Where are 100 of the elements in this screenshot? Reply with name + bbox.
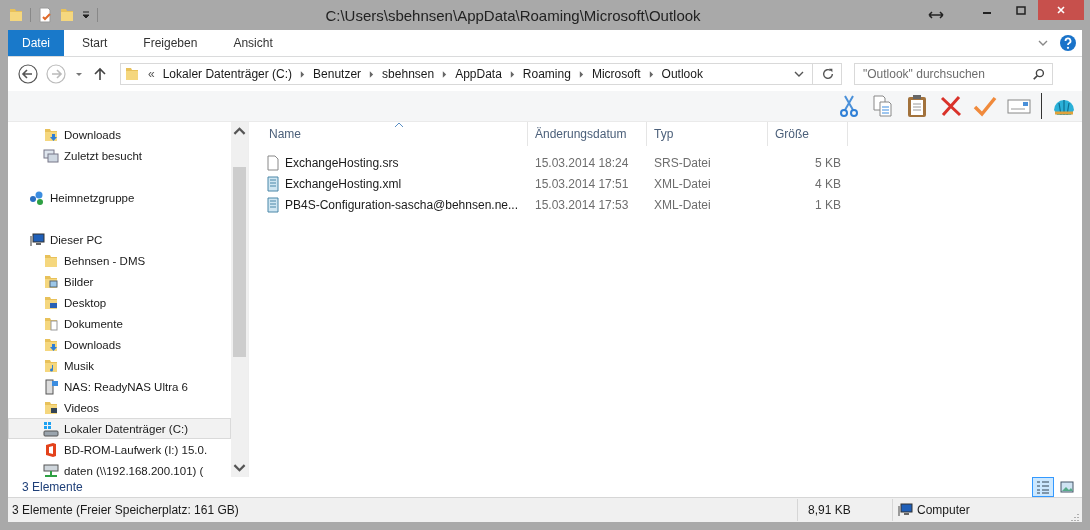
music-folder-icon	[43, 357, 59, 374]
status-text: 3 Elemente (Freier Speicherplatz: 161 GB)	[11, 503, 240, 517]
homegroup-icon	[29, 189, 45, 206]
close-button[interactable]	[1038, 0, 1084, 20]
navigation-item[interactable]: Heimnetzgruppe	[8, 187, 231, 208]
navigation-item[interactable]: Desktop	[8, 292, 231, 313]
navigation-item[interactable]: Dieser PC	[8, 229, 231, 250]
network-drive-icon	[43, 462, 59, 477]
scrollbar-thumb[interactable]	[233, 167, 246, 357]
status-location: Computer	[917, 503, 970, 517]
dropdown-icon[interactable]	[81, 10, 91, 20]
image-icon	[1059, 479, 1075, 495]
status-size: 8,91 KB	[807, 503, 852, 517]
chevron-down-icon[interactable]	[1038, 38, 1048, 48]
item-count: 3 Elemente	[22, 480, 83, 494]
clipboard-icon[interactable]	[905, 94, 929, 118]
navigation-item[interactable]: Videos	[8, 397, 231, 418]
chevron-right-icon[interactable]	[369, 70, 375, 78]
scissors-icon[interactable]	[837, 94, 861, 118]
navigation-item[interactable]: Musik	[8, 355, 231, 376]
nas-drive-icon	[43, 378, 59, 395]
search-field[interactable]: "Outlook" durchsuchen	[854, 63, 1053, 85]
navigation-item[interactable]: Dokumente	[8, 313, 231, 334]
resize-arrows-icon	[928, 10, 944, 20]
breadcrumb[interactable]: Roaming	[522, 67, 571, 81]
help-icon[interactable]	[1060, 35, 1076, 51]
minimize-icon	[983, 12, 991, 14]
ribbon-tab[interactable]: Ansicht	[215, 30, 291, 56]
copy-icon[interactable]	[871, 94, 895, 118]
navigation-item[interactable]: daten (\\192.168.200.101) (	[8, 460, 231, 477]
navigation-item[interactable]: Lokaler Datenträger (C:)	[8, 418, 231, 439]
chevron-right-icon[interactable]	[578, 70, 584, 78]
close-icon	[1056, 5, 1066, 15]
refresh-icon[interactable]	[821, 67, 835, 81]
chevron-down-icon[interactable]	[794, 69, 804, 79]
table-cell: 15.03.2014 17:53	[535, 197, 629, 212]
document-check-icon[interactable]	[37, 7, 53, 23]
table-cell: XML-Datei	[654, 176, 711, 191]
table-cell: 1 KB	[815, 197, 841, 212]
navigation-item[interactable]: Downloads	[8, 124, 231, 145]
folder-icon	[43, 252, 59, 269]
system-drive-icon	[43, 420, 59, 437]
table-cell: XML-Datei	[654, 197, 711, 212]
chevron-right-icon[interactable]	[442, 70, 448, 78]
computer-icon	[897, 502, 913, 518]
xml-file-icon	[265, 196, 281, 213]
chevron-right-icon[interactable]	[300, 70, 306, 78]
table-cell: 15.03.2014 18:24	[535, 155, 629, 170]
navigation-item[interactable]: Downloads	[8, 334, 231, 355]
table-cell: 5 KB	[815, 155, 841, 170]
table-cell: SRS-Datei	[654, 155, 711, 170]
details-list-icon	[1035, 479, 1051, 495]
up-arrow-icon[interactable]	[92, 66, 108, 82]
video-folder-icon	[43, 399, 59, 416]
table-cell: 15.03.2014 17:51	[535, 176, 629, 191]
file-name[interactable]: PB4S-Configuration-sascha@behnsen.ne...	[285, 197, 518, 212]
checkmark-icon[interactable]	[973, 94, 997, 118]
computer-icon	[29, 231, 45, 248]
breadcrumb[interactable]: Benutzer	[313, 67, 362, 81]
folder-icon	[124, 66, 140, 82]
details-view-button[interactable]	[1032, 477, 1054, 497]
download-folder-icon	[43, 126, 59, 143]
delete-icon[interactable]	[939, 94, 963, 118]
recent-places-icon	[43, 147, 59, 164]
table-cell: 4 KB	[815, 176, 841, 191]
breadcrumb[interactable]: AppData	[455, 67, 502, 81]
column-header[interactable]: Typ	[647, 122, 768, 146]
maximize-icon	[1016, 5, 1026, 15]
document-folder-icon	[43, 315, 59, 332]
breadcrumb[interactable]: Microsoft	[591, 67, 641, 81]
resize-grip-icon[interactable]	[1070, 512, 1080, 522]
ribbon-tab[interactable]: Freigeben	[125, 30, 216, 56]
file-tab[interactable]: Datei	[8, 30, 64, 56]
address-bar[interactable]: « Lokaler Datenträger (C:) Benutzer sbehnsen AppData Roaming Microsoft Outlook	[120, 63, 842, 85]
xml-file-icon	[265, 175, 281, 192]
window-title: C:\Users\sbehnsen\AppData\Roaming\Microsoft\Outlook	[324, 6, 702, 24]
picture-folder-icon	[43, 273, 59, 290]
ribbon-tab[interactable]: Start	[64, 30, 126, 56]
overflow-chevron[interactable]: «	[148, 67, 155, 81]
navigation-item[interactable]: Behnsen - DMS	[8, 250, 231, 271]
scrollbar[interactable]	[231, 122, 248, 477]
breadcrumb[interactable]: Lokaler Datenträger (C:)	[162, 67, 293, 81]
chevron-right-icon[interactable]	[648, 70, 654, 78]
back-icon[interactable]	[18, 64, 38, 84]
navigation-item[interactable]: Zuletzt besucht	[8, 145, 231, 166]
file-name[interactable]: ExchangeHosting.xml	[285, 176, 402, 191]
file-name[interactable]: ExchangeHosting.srs	[285, 155, 399, 170]
column-header[interactable]: Änderungsdatum	[528, 122, 647, 146]
column-header[interactable]: Größe	[768, 122, 848, 146]
breadcrumb[interactable]: sbehnsen	[382, 67, 435, 81]
download-folder-icon	[43, 336, 59, 353]
column-header[interactable]: Name	[262, 122, 528, 146]
chevron-right-icon[interactable]	[509, 70, 515, 78]
navigation-item[interactable]: NAS: ReadyNAS Ultra 6	[8, 376, 231, 397]
search-icon[interactable]	[1032, 67, 1046, 81]
desktop-folder-icon	[43, 294, 59, 311]
breadcrumb[interactable]: Outlook	[661, 67, 703, 81]
navigation-item[interactable]: Bilder	[8, 271, 231, 292]
file-icon	[265, 154, 281, 171]
navigation-item[interactable]: BD-ROM-Laufwerk (I:) 15.0.	[8, 439, 231, 460]
